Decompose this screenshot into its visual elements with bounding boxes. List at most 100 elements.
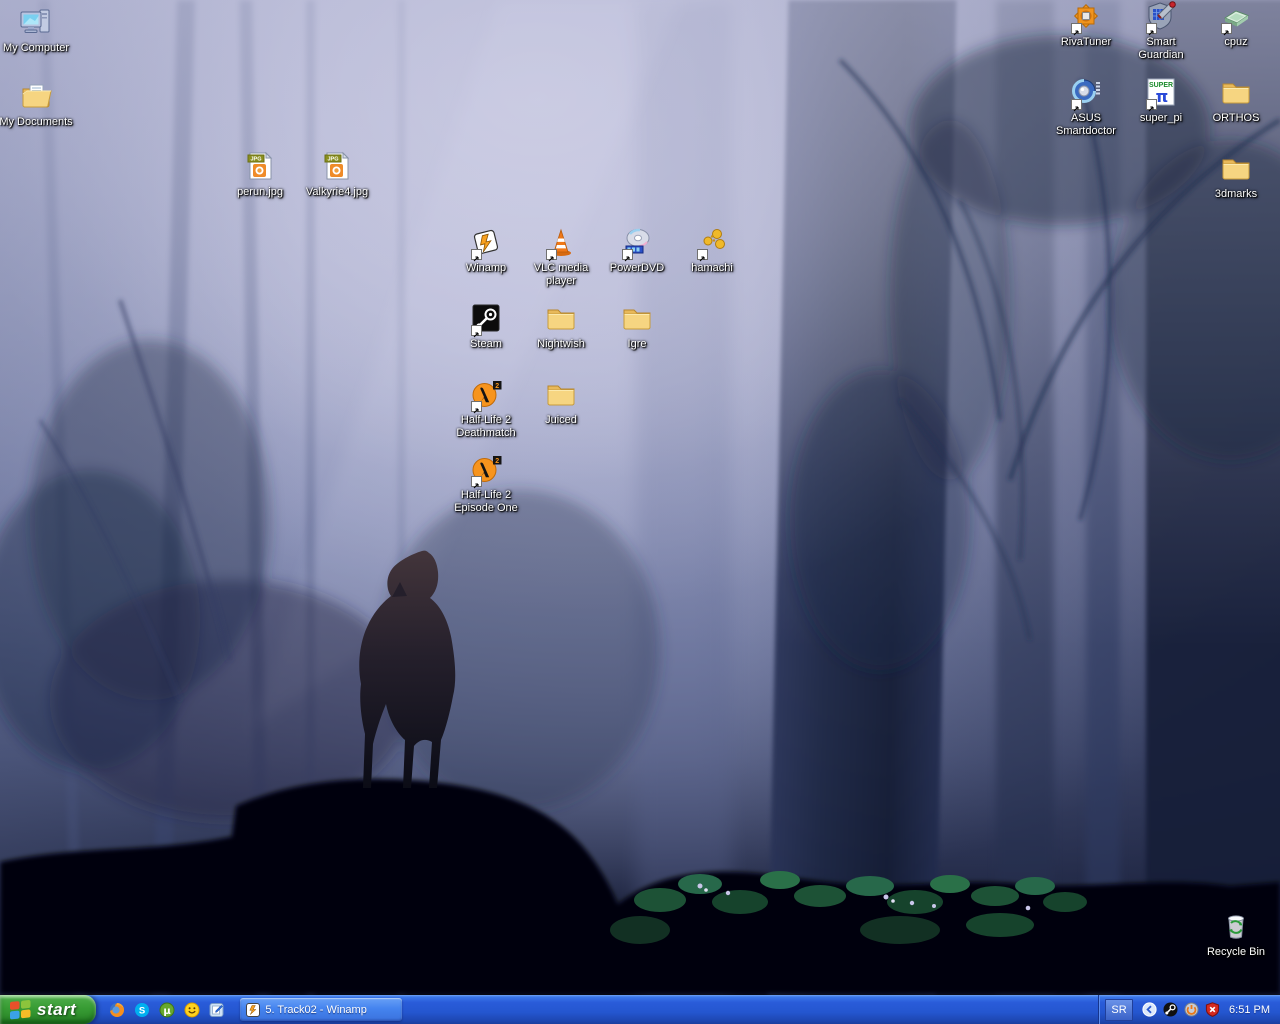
folder-icon (1219, 76, 1253, 110)
shortcut-arrow-icon (1146, 23, 1157, 34)
jpg-file-icon: JPG (243, 150, 277, 184)
shortcut-arrow-icon (471, 401, 482, 412)
desktop-icon-label: RivaTuner (1048, 36, 1124, 49)
half-life-lambda-icon: 2 (469, 378, 503, 412)
security-alert-shield-icon[interactable] (1204, 1001, 1221, 1018)
steam-icon (469, 302, 503, 336)
desktop-icon-hl2-episode-one[interactable]: 2 Half-Life 2 Episode One (448, 453, 524, 515)
utorrent-icon[interactable]: µ (158, 1001, 176, 1019)
tree-trunk (996, 0, 1054, 995)
shortcut-arrow-icon (1071, 23, 1082, 34)
shortcut-arrow-icon (471, 249, 482, 260)
recycle-bin-icon (1219, 910, 1253, 944)
quick-launch: S µ (96, 995, 236, 1024)
desktop[interactable]: My Computer My Documents JPG per (0, 0, 1280, 995)
desktop-icon-hamachi[interactable]: hamachi (674, 226, 750, 275)
tray-icons (1141, 1001, 1221, 1018)
desktop-icon-winamp[interactable]: Winamp (448, 226, 524, 275)
svg-text:π: π (1156, 87, 1169, 106)
super-pi-icon: SUPER π (1144, 76, 1178, 110)
firefox-icon[interactable] (108, 1001, 126, 1019)
desktop-icon-rivatuner[interactable]: RivaTuner (1048, 0, 1124, 49)
desktop-icon-label: My Computer (0, 42, 74, 55)
desktop-icon-label: Winamp (448, 262, 524, 275)
folder-icon (544, 302, 578, 336)
smart-guardian-shield-icon (1144, 0, 1178, 34)
winamp-icon (246, 1003, 260, 1017)
desktop-icon-label: Nightwish (523, 338, 599, 351)
svg-text:JPG: JPG (250, 157, 261, 163)
winamp-icon (469, 226, 503, 260)
task-button-label: 5. Track02 - Winamp (265, 1004, 366, 1016)
tree-trunk (151, 0, 195, 995)
desktop-icon-label: super_pi (1123, 112, 1199, 125)
desktop-icon-label: Steam (448, 338, 524, 351)
desktop-icon-label: Half-Life 2 Episode One (448, 489, 524, 515)
desktop-icon-asus-smartdoctor[interactable]: ASUS Smartdoctor (1048, 76, 1124, 138)
task-button-winamp[interactable]: 5. Track02 - Winamp (240, 998, 402, 1021)
desktop-icon-label: perun.jpg (222, 186, 298, 199)
desktop-icon-label: PowerDVD (599, 262, 675, 275)
system-tray: SR (1098, 995, 1280, 1024)
skype-icon[interactable]: S (133, 1001, 151, 1019)
desktop-icon-label: Recycle Bin (1198, 946, 1274, 959)
hide-icons-chevron-button[interactable] (1141, 1001, 1158, 1018)
taskbar: start S µ (0, 995, 1280, 1024)
desktop-icon-hl2-deathmatch[interactable]: 2 Half-Life 2 Deathmatch (448, 378, 524, 440)
shortcut-arrow-icon (697, 249, 708, 260)
wallpaper-tree-trunks (0, 0, 1280, 995)
shortcut-arrow-icon (1221, 23, 1232, 34)
desktop-icon-label: cpuz (1198, 36, 1274, 49)
desktop-icon-orthos[interactable]: ORTHOS (1198, 76, 1274, 125)
desktop-icon-valkyrie4-jpg[interactable]: JPG Valkyrie4.jpg (299, 150, 375, 199)
messenger-icon[interactable] (208, 1001, 226, 1019)
desktop-icon-label: 3dmarks (1198, 188, 1274, 201)
desktop-icon-smart-guardian[interactable]: Smart Guardian (1123, 0, 1199, 62)
start-button[interactable]: start (0, 995, 96, 1024)
hamachi-tray-icon[interactable] (1183, 1001, 1200, 1018)
powerdvd-disc-icon (620, 226, 654, 260)
folder-icon (1219, 152, 1253, 186)
desktop-icon-label: hamachi (674, 262, 750, 275)
shortcut-arrow-icon (471, 325, 482, 336)
tree-trunk (768, 0, 957, 995)
desktop-icon-powerdvd[interactable]: PowerDVD (599, 226, 675, 275)
desktop-icon-label: My Documents (0, 116, 74, 129)
svg-text:S: S (139, 1005, 145, 1016)
tree-trunk (1086, 0, 1120, 995)
taskbar-clock[interactable]: 6:51 PM (1229, 1004, 1270, 1016)
svg-text:µ: µ (164, 1005, 172, 1016)
desktop-icon-recycle-bin[interactable]: Recycle Bin (1198, 910, 1274, 959)
my-documents-icon (19, 80, 53, 114)
desktop-icon-vlc[interactable]: VLC media player (523, 226, 599, 288)
desktop-icon-3dmarks[interactable]: 3dmarks (1198, 152, 1274, 201)
svg-text:JPG: JPG (327, 157, 338, 163)
desktop-icon-igre[interactable]: Igre (599, 302, 675, 351)
desktop-icon-cpuz[interactable]: cpuz (1198, 0, 1274, 49)
shortcut-arrow-icon (1146, 99, 1157, 110)
start-label: start (37, 1000, 76, 1020)
language-indicator[interactable]: SR (1105, 999, 1133, 1021)
desktop-icon-super-pi[interactable]: SUPER π super_pi (1123, 76, 1199, 125)
desktop-icon-label: Half-Life 2 Deathmatch (448, 414, 524, 440)
desktop-icon-steam[interactable]: Steam (448, 302, 524, 351)
desktop-icon-perun-jpg[interactable]: JPG perun.jpg (222, 150, 298, 199)
half-life-lambda-icon: 2 (469, 453, 503, 487)
desktop-icon-nightwish[interactable]: Nightwish (523, 302, 599, 351)
shortcut-arrow-icon (622, 249, 633, 260)
desktop-icon-my-computer[interactable]: My Computer (0, 6, 74, 55)
screen: My Computer My Documents JPG per (0, 0, 1280, 1024)
shortcut-arrow-icon (471, 476, 482, 487)
hamachi-icon (695, 226, 729, 260)
folder-icon (620, 302, 654, 336)
desktop-icon-label: VLC media player (523, 262, 599, 288)
yahoo-messenger-icon[interactable] (183, 1001, 201, 1019)
steam-tray-icon[interactable] (1162, 1001, 1179, 1018)
tree-trunk (398, 0, 405, 995)
desktop-icon-juiced[interactable]: Juiced (523, 378, 599, 427)
asus-smartdoctor-icon (1069, 76, 1103, 110)
shortcut-arrow-icon (546, 249, 557, 260)
desktop-icon-my-documents[interactable]: My Documents (0, 80, 74, 129)
tree-trunk (636, 0, 732, 995)
svg-text:2: 2 (495, 383, 499, 390)
